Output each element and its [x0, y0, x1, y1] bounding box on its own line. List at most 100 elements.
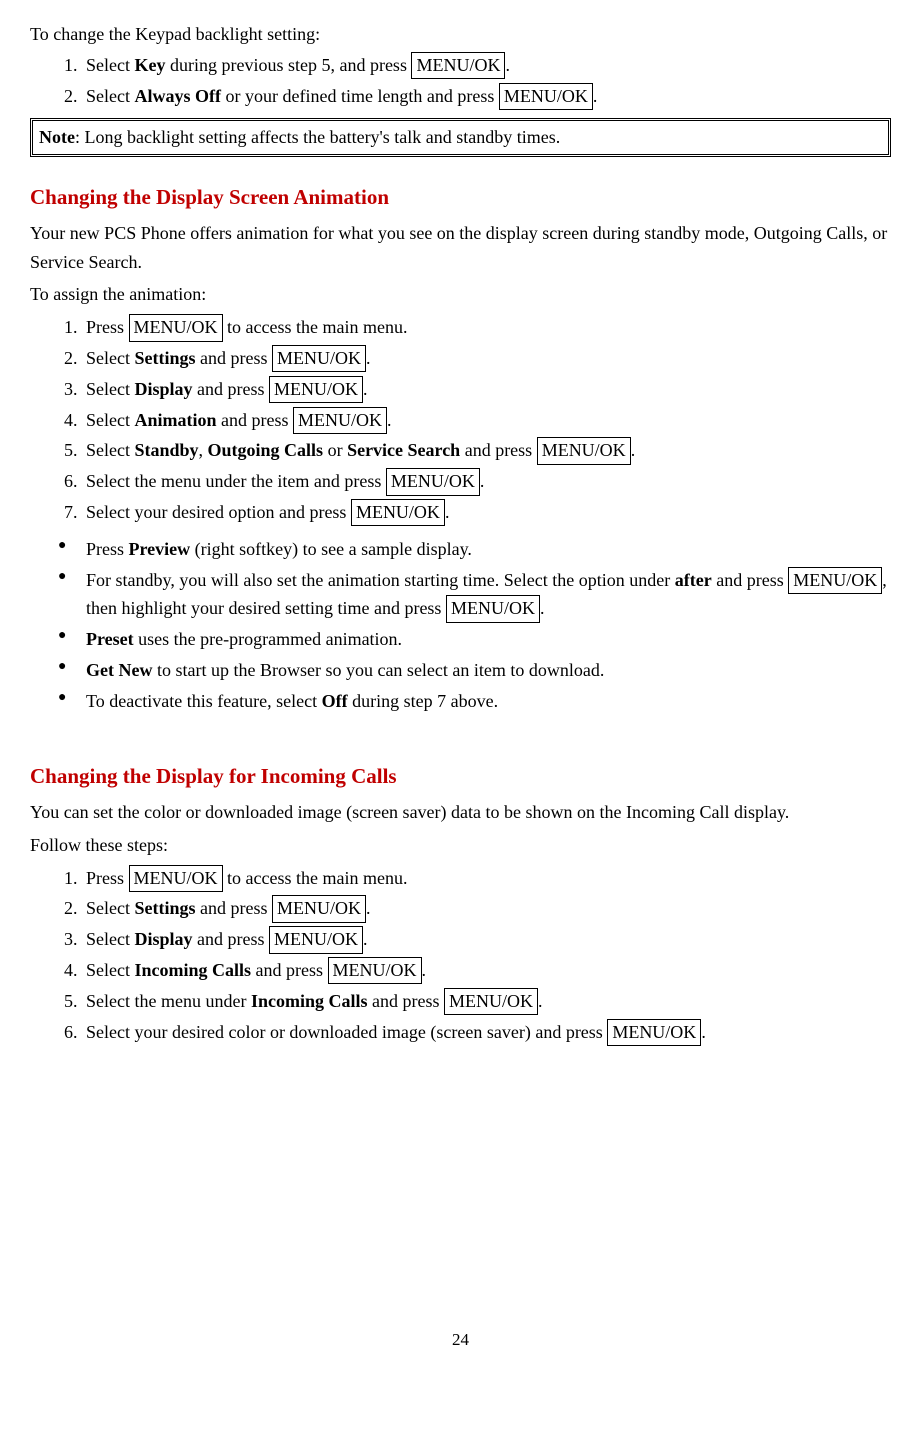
list-item: Select Incoming Calls and press MENU/OK. [82, 956, 891, 985]
menu-ok-button: MENU/OK [293, 407, 387, 434]
incoming-heading: Changing the Display for Incoming Calls [30, 760, 891, 794]
menu-ok-button: MENU/OK [607, 1019, 701, 1046]
text: and press [193, 929, 269, 949]
list-item: Select Standby, Outgoing Calls or Servic… [82, 436, 891, 465]
list-item: Select Display and press MENU/OK. [82, 375, 891, 404]
incoming-follow: Follow these steps: [30, 831, 891, 860]
text: Select [86, 410, 134, 430]
text: Select [86, 440, 134, 460]
menu-ok-button: MENU/OK [499, 83, 593, 110]
text: . [366, 348, 371, 368]
bold-term: Preview [129, 539, 191, 559]
text: . [387, 410, 392, 430]
menu-ok-button: MENU/OK [446, 595, 540, 622]
bold-term: Service Search [347, 440, 460, 460]
text: . [445, 502, 450, 522]
text: or [323, 440, 347, 460]
text: to access the main menu. [223, 868, 408, 888]
list-item: Select Display and press MENU/OK. [82, 925, 891, 954]
text: and press [460, 440, 536, 460]
text: Press [86, 539, 129, 559]
text: . [540, 598, 545, 618]
keypad-steps: Select Key during previous step 5, and p… [30, 51, 891, 111]
bold-term: Get New [86, 660, 152, 680]
animation-assign: To assign the animation: [30, 280, 891, 309]
menu-ok-button: MENU/OK [129, 314, 223, 341]
text: Select your desired option and press [86, 502, 351, 522]
bold-term: Incoming Calls [251, 991, 368, 1011]
text: and press [196, 348, 272, 368]
text: Select your desired color or downloaded … [86, 1022, 607, 1042]
bold-term: Key [134, 55, 165, 75]
list-item: Preset uses the pre-programmed animation… [58, 625, 891, 654]
note-text: : Long backlight setting affects the bat… [75, 127, 560, 147]
bold-term: Settings [134, 348, 195, 368]
text: and press [193, 379, 269, 399]
bold-term: Off [322, 691, 348, 711]
text: . [363, 379, 368, 399]
keypad-intro: To change the Keypad backlight setting: [30, 20, 891, 49]
bold-term: Incoming Calls [134, 960, 251, 980]
list-item: Select Settings and press MENU/OK. [82, 344, 891, 373]
list-item: Select the menu under Incoming Calls and… [82, 987, 891, 1016]
list-item: Select Animation and press MENU/OK. [82, 406, 891, 435]
list-item: Select Key during previous step 5, and p… [82, 51, 891, 80]
bold-term: Settings [134, 898, 195, 918]
menu-ok-button: MENU/OK [537, 437, 631, 464]
list-item: Select the menu under the item and press… [82, 467, 891, 496]
text: Select [86, 55, 134, 75]
text: and press [217, 410, 293, 430]
text: . [701, 1022, 706, 1042]
incoming-intro: You can set the color or downloaded imag… [30, 798, 891, 827]
list-item: To deactivate this feature, select Off d… [58, 687, 891, 716]
text: Select the menu under the item and press [86, 471, 386, 491]
text: during step 7 above. [348, 691, 498, 711]
text: Select [86, 348, 134, 368]
text: Select [86, 379, 134, 399]
text: , [199, 440, 208, 460]
bold-term: Display [134, 929, 192, 949]
animation-heading: Changing the Display Screen Animation [30, 181, 891, 215]
list-item: Get New to start up the Browser so you c… [58, 656, 891, 685]
text: or your defined time length and press [221, 86, 499, 106]
list-item: Press MENU/OK to access the main menu. [82, 313, 891, 342]
menu-ok-button: MENU/OK [269, 376, 363, 403]
text: Select [86, 86, 134, 106]
text: during previous step 5, and press [165, 55, 411, 75]
note-label: Note [39, 127, 75, 147]
bold-term: Outgoing Calls [208, 440, 324, 460]
menu-ok-button: MENU/OK [386, 468, 480, 495]
list-item: Select your desired color or downloaded … [82, 1018, 891, 1047]
bold-term: Animation [134, 410, 216, 430]
text: to start up the Browser so you can selec… [152, 660, 604, 680]
list-item: Press MENU/OK to access the main menu. [82, 864, 891, 893]
text: Select [86, 929, 134, 949]
text: For standby, you will also set the anima… [86, 570, 675, 590]
text: and press [712, 570, 788, 590]
text: (right softkey) to see a sample display. [190, 539, 472, 559]
bold-term: Preset [86, 629, 134, 649]
menu-ok-button: MENU/OK [269, 926, 363, 953]
animation-bullets: Press Preview (right softkey) to see a s… [30, 535, 891, 716]
bold-term: Standby [134, 440, 198, 460]
list-item: Press Preview (right softkey) to see a s… [58, 535, 891, 564]
menu-ok-button: MENU/OK [129, 865, 223, 892]
text: uses the pre-programmed animation. [134, 629, 402, 649]
menu-ok-button: MENU/OK [272, 345, 366, 372]
bold-term: Always Off [134, 86, 221, 106]
bold-term: Display [134, 379, 192, 399]
text: . [366, 898, 371, 918]
text: . [505, 55, 510, 75]
text: and press [196, 898, 272, 918]
text: . [480, 471, 485, 491]
menu-ok-button: MENU/OK [788, 567, 882, 594]
bold-term: after [675, 570, 712, 590]
text: and press [367, 991, 443, 1011]
list-item: Select your desired option and press MEN… [82, 498, 891, 527]
list-item: Select Settings and press MENU/OK. [82, 894, 891, 923]
menu-ok-button: MENU/OK [411, 52, 505, 79]
text: . [538, 991, 543, 1011]
text: Select [86, 960, 134, 980]
text: . [422, 960, 427, 980]
animation-intro: Your new PCS Phone offers animation for … [30, 219, 891, 277]
